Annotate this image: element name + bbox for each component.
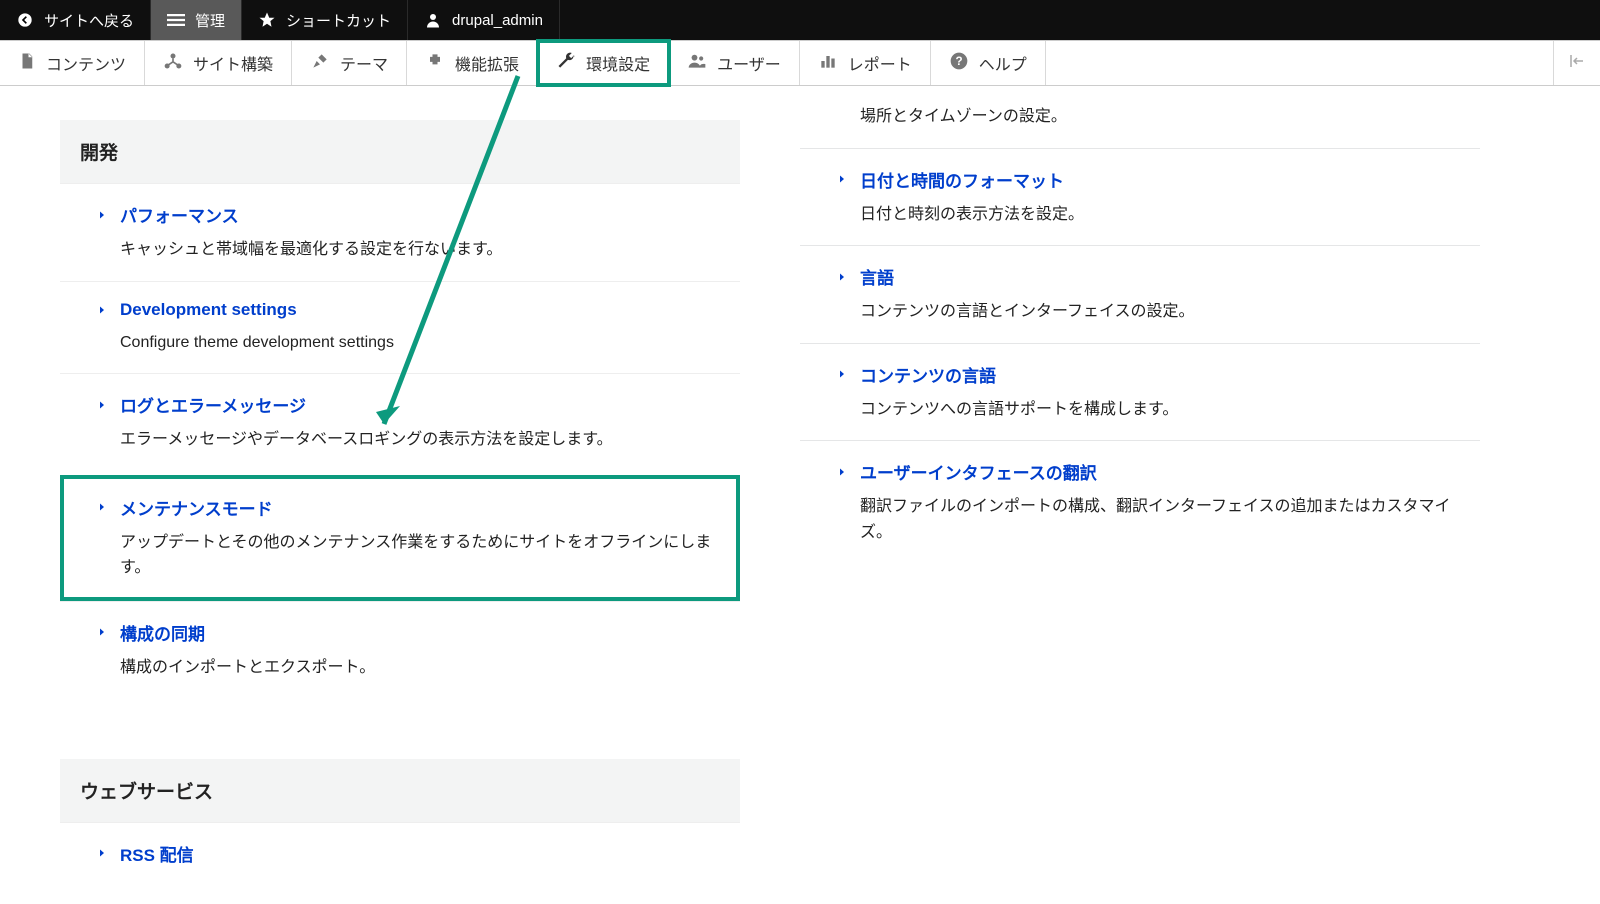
config-item-languages: 言語 コンテンツの言語とインターフェイスの設定。: [800, 245, 1480, 343]
config-link-label: パフォーマンス: [120, 202, 239, 227]
config-link-label: 構成の同期: [120, 620, 205, 645]
tab-structure[interactable]: サイト構築: [145, 41, 292, 85]
config-desc: Configure theme development settings: [120, 330, 720, 356]
tab-people-label: ユーザー: [717, 51, 781, 75]
config-column-left: 開発 パフォーマンス キャッシュと帯域幅を最適化する設定を行ないます。 Deve…: [60, 86, 740, 884]
section-development-header: 開発: [60, 120, 740, 183]
config-item-rss: RSS 配信: [60, 822, 740, 884]
shortcuts-button[interactable]: ショートカット: [242, 0, 408, 40]
config-content: 開発 パフォーマンス キャッシュと帯域幅を最適化する設定を行ないます。 Deve…: [0, 86, 1600, 904]
chevron-right-icon: [836, 271, 848, 283]
chevron-right-icon: [836, 368, 848, 380]
manage-label: 管理: [195, 10, 225, 31]
hamburger-icon: [167, 11, 185, 29]
reports-icon: [818, 51, 838, 76]
chevron-right-icon: [96, 501, 108, 513]
config-item-maintenance-highlighted: メンテナンスモード アップデートとその他のメンテナンス作業をするためにサイトをオ…: [60, 475, 740, 601]
config-column-right: 場所とタイムゾーンの設定。 日付と時間のフォーマット 日付と時刻の表示方法を設定…: [800, 86, 1480, 884]
config-item-logging: ログとエラーメッセージ エラーメッセージやデータベースロギングの表示方法を設定し…: [60, 373, 740, 471]
config-item-ui-translation: ユーザーインタフェースの翻訳 翻訳ファイルのインポートの構成、翻訳インターフェイ…: [800, 440, 1480, 563]
config-desc: 翻訳ファイルのインポートの構成、翻訳インターフェイスの追加またはカスタマイズ。: [860, 494, 1460, 545]
config-link-label: Development settings: [120, 300, 297, 320]
config-desc: キャッシュと帯域幅を最適化する設定を行ないます。: [120, 237, 720, 263]
config-link-label: RSS 配信: [120, 841, 194, 866]
appearance-icon: [310, 51, 330, 76]
admin-toolbar: サイトへ戻る 管理 ショートカット drupal_admin: [0, 0, 1600, 40]
config-desc: アップデートとその他のメンテナンス作業をするためにサイトをオフラインにします。: [120, 530, 720, 581]
config-link-datetime[interactable]: 日付と時間のフォーマット: [836, 167, 1460, 192]
chevron-right-icon: [96, 626, 108, 638]
chevron-right-icon: [836, 173, 848, 185]
config-desc: エラーメッセージやデータベースロギングの表示方法を設定します。: [120, 427, 720, 453]
config-item-datetime: 日付と時間のフォーマット 日付と時刻の表示方法を設定。: [800, 148, 1480, 246]
tab-help-label: ヘルプ: [979, 51, 1027, 75]
chevron-right-icon: [96, 304, 108, 316]
config-link-label: メンテナンスモード: [120, 495, 273, 520]
tab-content[interactable]: コンテンツ: [0, 41, 145, 85]
star-icon: [258, 11, 276, 29]
chevron-right-icon: [96, 209, 108, 221]
section-webservices-header: ウェブサービス: [60, 759, 740, 822]
config-desc: 日付と時刻の表示方法を設定。: [860, 202, 1460, 228]
config-item-regional-partial: 場所とタイムゾーンの設定。: [800, 86, 1480, 148]
user-icon: [424, 11, 442, 29]
config-link-languages[interactable]: 言語: [836, 264, 1460, 289]
config-item-performance: パフォーマンス キャッシュと帯域幅を最適化する設定を行ないます。: [60, 183, 740, 281]
user-button[interactable]: drupal_admin: [408, 0, 560, 40]
config-desc: 場所とタイムゾーンの設定。: [860, 104, 1460, 130]
config-link-content-language[interactable]: コンテンツの言語: [836, 362, 1460, 387]
chevron-right-icon: [96, 399, 108, 411]
tab-structure-label: サイト構築: [193, 51, 273, 75]
help-icon: ?: [949, 51, 969, 76]
config-link-performance[interactable]: パフォーマンス: [96, 202, 720, 227]
extend-icon: [425, 51, 445, 76]
chevron-right-icon: [96, 847, 108, 859]
config-link-label: ログとエラーメッセージ: [120, 392, 306, 417]
config-link-maintenance[interactable]: メンテナンスモード: [96, 495, 720, 520]
config-desc: コンテンツへの言語サポートを構成します。: [860, 397, 1460, 423]
tab-appearance-label: テーマ: [340, 51, 388, 75]
collapse-tray-button[interactable]: [1553, 41, 1600, 85]
config-desc: コンテンツの言語とインターフェイスの設定。: [860, 299, 1460, 325]
collapse-icon: [1568, 52, 1586, 75]
tab-reports[interactable]: レポート: [800, 41, 931, 85]
tab-extend[interactable]: 機能拡張: [407, 41, 538, 85]
config-item-content-language: コンテンツの言語 コンテンツへの言語サポートを構成します。: [800, 343, 1480, 441]
config-item-dev-settings: Development settings Configure theme dev…: [60, 281, 740, 374]
user-label: drupal_admin: [452, 12, 543, 29]
tab-help[interactable]: ? ヘルプ: [931, 41, 1046, 85]
tab-appearance[interactable]: テーマ: [292, 41, 407, 85]
back-to-site-button[interactable]: サイトへ戻る: [0, 0, 151, 40]
people-icon: [687, 51, 707, 76]
tab-content-label: コンテンツ: [46, 51, 126, 75]
manage-button[interactable]: 管理: [151, 0, 242, 40]
shortcuts-label: ショートカット: [286, 10, 391, 31]
chevron-right-icon: [836, 466, 848, 478]
tab-configuration[interactable]: 環境設定: [538, 41, 669, 85]
config-link-label: コンテンツの言語: [860, 362, 996, 387]
config-link-dev-settings[interactable]: Development settings: [96, 300, 720, 320]
wrench-icon: [556, 51, 576, 76]
tab-people[interactable]: ユーザー: [669, 41, 800, 85]
document-icon: [18, 52, 36, 75]
config-link-label: 日付と時間のフォーマット: [860, 167, 1064, 192]
config-link-logging[interactable]: ログとエラーメッセージ: [96, 392, 720, 417]
admin-menu-bar: コンテンツ サイト構築 テーマ 機能拡張 環境設定: [0, 40, 1600, 86]
config-link-ui-translation[interactable]: ユーザーインタフェースの翻訳: [836, 459, 1460, 484]
tab-reports-label: レポート: [848, 51, 912, 75]
structure-icon: [163, 51, 183, 76]
menu-spacer: [1046, 41, 1553, 85]
config-link-config-sync[interactable]: 構成の同期: [96, 620, 720, 645]
svg-text:?: ?: [955, 55, 962, 68]
config-link-rss[interactable]: RSS 配信: [96, 841, 720, 866]
config-link-label: 言語: [860, 264, 894, 289]
tab-configuration-label: 環境設定: [586, 51, 650, 75]
config-item-config-sync: 構成の同期 構成のインポートとエクスポート。: [60, 601, 740, 699]
back-arrow-icon: [16, 11, 34, 29]
back-to-site-label: サイトへ戻る: [44, 10, 134, 31]
config-desc: 構成のインポートとエクスポート。: [120, 655, 720, 681]
config-link-label: ユーザーインタフェースの翻訳: [860, 459, 1097, 484]
tab-extend-label: 機能拡張: [455, 51, 519, 75]
